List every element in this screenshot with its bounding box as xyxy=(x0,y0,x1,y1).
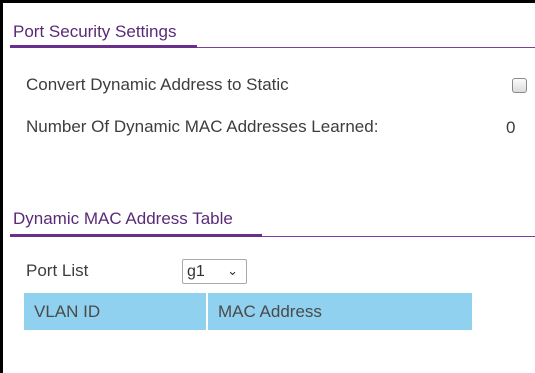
column-header-vlan-id: VLAN ID xyxy=(34,302,101,321)
chevron-down-icon: ⌄ xyxy=(227,263,238,278)
port-security-title: Port Security Settings xyxy=(13,22,177,41)
column-header-mac-address: MAC Address xyxy=(218,302,322,321)
dynamic-table-title-underline xyxy=(10,234,262,237)
mac-table-header: VLAN ID MAC Address xyxy=(24,293,472,330)
learned-count-value: 0 xyxy=(506,118,516,137)
port-list-selected-value: g1 xyxy=(187,263,205,280)
dynamic-table-title: Dynamic MAC Address Table xyxy=(13,209,233,228)
port-list-select[interactable]: g1 ⌄ xyxy=(182,259,247,284)
port-list-label: Port List xyxy=(26,261,89,280)
convert-dynamic-label: Convert Dynamic Address to Static xyxy=(26,75,289,94)
port-security-title-underline xyxy=(10,45,197,48)
learned-count-label: Number Of Dynamic MAC Addresses Learned: xyxy=(26,117,379,136)
convert-dynamic-checkbox[interactable] xyxy=(512,78,527,93)
column-separator xyxy=(206,293,208,330)
